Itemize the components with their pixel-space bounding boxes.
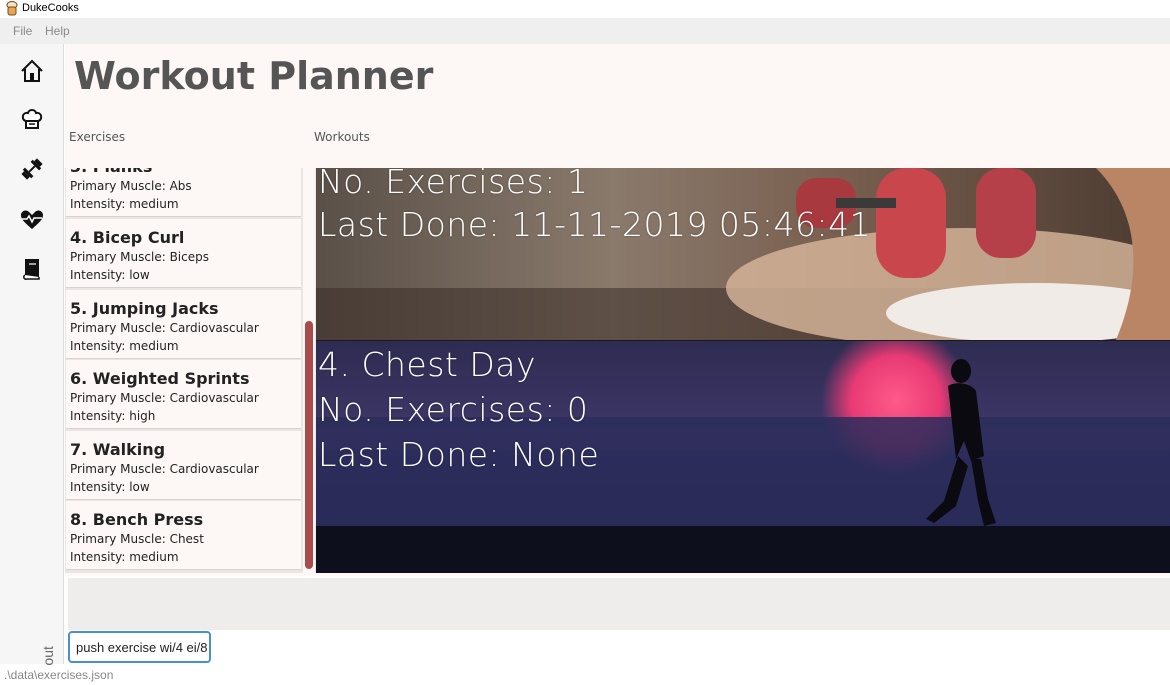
workout-card[interactable]: No. Exercises: 1 Last Done: 11-11-2019 0…	[316, 168, 1170, 340]
exercise-muscle: Primary Muscle: Chest	[70, 532, 204, 546]
heartbeat-icon[interactable]	[18, 206, 46, 234]
title-bar: DukeCooks	[0, 0, 1170, 18]
workout-name: 4. Chest Day	[318, 345, 537, 384]
command-text: push exercise wi/4 ei/8	[76, 640, 208, 655]
exercise-muscle: Primary Muscle: Abs	[70, 179, 192, 193]
exercise-intensity: Intensity: medium	[70, 339, 179, 353]
book-icon[interactable]	[18, 255, 46, 283]
exercise-list[interactable]: 3. Planks Primary Muscle: Abs Intensity:…	[65, 168, 316, 573]
exercise-scroll-thumb[interactable]	[305, 321, 313, 569]
exercise-intensity: Intensity: high	[70, 409, 156, 423]
menu-bar: File Help	[0, 18, 1170, 44]
exercise-name: 8. Bench Press	[70, 510, 204, 529]
exercise-card[interactable]: 4. Bicep Curl Primary Muscle: Biceps Int…	[66, 219, 301, 288]
workout-last-done: Last Done: 11-11-2019 05:46:41	[318, 205, 872, 244]
home-icon[interactable]	[18, 57, 46, 85]
exercise-muscle: Primary Muscle: Cardiovascular	[70, 321, 259, 335]
exercise-intensity: Intensity: low	[70, 480, 150, 494]
exercise-name: 4. Bicep Curl	[70, 228, 185, 247]
page-title: Workout Planner	[74, 54, 434, 98]
exercise-muscle: Primary Muscle: Cardiovascular	[70, 462, 259, 476]
workout-last-done: Last Done: None	[318, 435, 600, 474]
exercise-intensity: Intensity: low	[70, 268, 150, 282]
exercise-name: 5. Jumping Jacks	[70, 299, 219, 318]
exercise-card[interactable]: 8. Bench Press Primary Muscle: Chest Int…	[66, 501, 301, 570]
exercise-intensity: Intensity: medium	[70, 197, 179, 211]
chef-app-icon	[6, 1, 18, 16]
text-caret	[208, 641, 209, 657]
workout-exercise-count: No. Exercises: 1	[318, 168, 589, 201]
exercise-name: 7. Walking	[70, 440, 166, 459]
exercises-label: Exercises	[69, 130, 126, 144]
workout-card[interactable]: 4. Chest Day No. Exercises: 0 Last Done:…	[316, 341, 1170, 573]
exercise-name: 3. Planks	[70, 168, 152, 176]
menu-help[interactable]: Help	[45, 24, 70, 38]
exercise-card[interactable]: 5. Jumping Jacks Primary Muscle: Cardiov…	[66, 290, 301, 359]
exercise-card[interactable]: 7. Walking Primary Muscle: Cardiovascula…	[66, 431, 301, 500]
data-file-path: .\data\exercises.json	[4, 668, 114, 682]
dumbbell-icon[interactable]	[18, 155, 46, 183]
exercise-muscle: Primary Muscle: Cardiovascular	[70, 391, 259, 405]
window-title: DukeCooks	[22, 2, 79, 14]
workout-list[interactable]: No. Exercises: 1 Last Done: 11-11-2019 0…	[316, 168, 1170, 573]
result-display	[68, 578, 1170, 630]
exercise-intensity: Intensity: medium	[70, 550, 179, 564]
workouts-label: Workouts	[314, 130, 370, 144]
status-bar: .\data\exercises.json	[0, 665, 1170, 685]
sidebar: Workout	[0, 44, 64, 685]
command-input[interactable]: push exercise wi/4 ei/8	[68, 631, 211, 663]
exercise-name: 6. Weighted Sprints	[70, 369, 250, 388]
exercise-muscle: Primary Muscle: Biceps	[70, 250, 209, 264]
workout-exercise-count: No. Exercises: 0	[318, 390, 589, 429]
chef-hat-icon[interactable]	[18, 105, 46, 133]
exercise-card[interactable]: 3. Planks Primary Muscle: Abs Intensity:…	[66, 168, 301, 217]
exercise-card[interactable]: 6. Weighted Sprints Primary Muscle: Card…	[66, 360, 301, 429]
menu-file[interactable]: File	[13, 24, 32, 38]
